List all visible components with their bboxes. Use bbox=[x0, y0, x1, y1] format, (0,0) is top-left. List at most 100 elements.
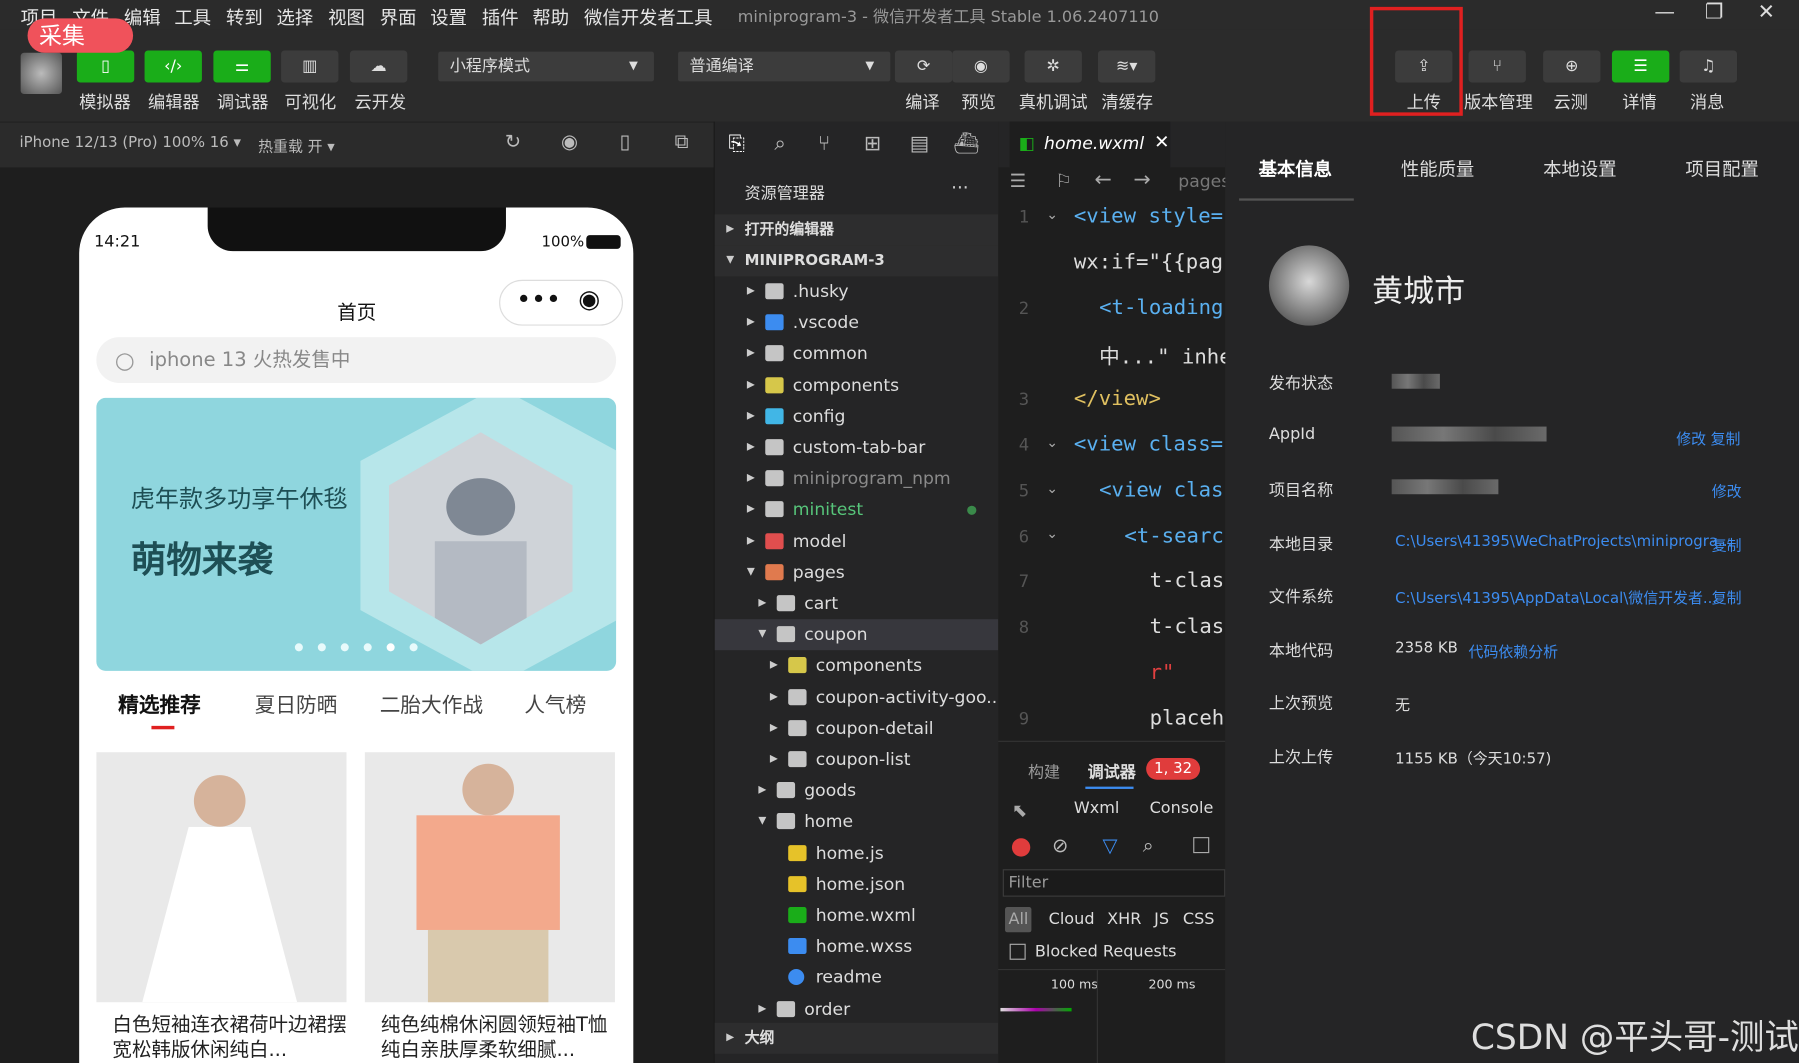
details-button[interactable]: 详情 bbox=[1622, 89, 1656, 113]
tree-item[interactable]: readme bbox=[715, 963, 1000, 994]
simulator-button[interactable]: 模拟器 bbox=[79, 89, 131, 113]
detail-link[interactable]: 复制 bbox=[1712, 533, 1742, 555]
compile-select[interactable]: 普通编译 ▼ bbox=[678, 51, 891, 82]
breadcrumb[interactable]: pages bbox=[1178, 171, 1230, 192]
inspect-icon[interactable]: ⬉ bbox=[1012, 799, 1027, 821]
tree-item[interactable]: ▶ .husky bbox=[715, 276, 1000, 307]
checkbox[interactable] bbox=[1193, 837, 1210, 854]
layers-icon[interactable]: ≋▾ bbox=[1097, 50, 1156, 83]
back-icon[interactable]: ← bbox=[1095, 167, 1112, 191]
popout-icon[interactable]: ⧉ bbox=[675, 131, 689, 154]
collect-badge[interactable]: 采集 bbox=[27, 18, 134, 53]
clear-icon[interactable]: ⊘ bbox=[1052, 835, 1068, 858]
fold-icon[interactable]: ⌄ bbox=[1046, 480, 1058, 496]
detail-value[interactable]: C:\Users\41395\WeChatProjects\miniprogra… bbox=[1395, 533, 1732, 550]
tree-item[interactable]: ▶ components bbox=[715, 651, 1000, 682]
carousel-dot[interactable] bbox=[294, 643, 303, 652]
tree-item[interactable]: ▶ custom-tab-bar bbox=[715, 432, 1000, 463]
code-line[interactable]: placeh bbox=[1150, 706, 1225, 730]
filter-icon[interactable]: ▽ bbox=[1103, 835, 1118, 858]
minimize-icon[interactable]: — bbox=[1654, 0, 1675, 24]
type-xhr[interactable]: XHR bbox=[1107, 910, 1141, 928]
blocked-checkbox[interactable] bbox=[1009, 943, 1026, 960]
bug-icon[interactable]: ✲ bbox=[1024, 50, 1082, 83]
code-line[interactable]: <t-searc bbox=[1124, 524, 1223, 548]
filter-input[interactable]: Filter bbox=[1002, 869, 1226, 897]
tree-item[interactable]: ▶ cart bbox=[715, 588, 1000, 619]
menu-help[interactable]: 帮助 bbox=[532, 2, 569, 30]
banner-carousel[interactable]: 虎年款多功享午休毯 萌物来袭 bbox=[96, 397, 617, 671]
search-icon[interactable]: ⌕ bbox=[1143, 835, 1154, 858]
tab-local-settings[interactable]: 本地设置 bbox=[1543, 154, 1616, 182]
menu-interface[interactable]: 界面 bbox=[380, 2, 417, 30]
real-debug-button[interactable]: 真机调试 bbox=[1019, 89, 1088, 113]
tab-basic-info[interactable]: 基本信息 bbox=[1259, 154, 1332, 182]
detail-link[interactable]: 复制 bbox=[1711, 427, 1741, 448]
tree-item[interactable]: ▶ components bbox=[715, 370, 1000, 401]
tree-item[interactable]: ▶ coupon-list bbox=[715, 744, 1000, 775]
device-select[interactable]: iPhone 12/13 (Pro) 100% 16 ▾ bbox=[20, 134, 241, 151]
more-icon[interactable]: ••• bbox=[516, 286, 561, 315]
detail-value[interactable]: C:\Users\41395\AppData\Local\微信开发者... bbox=[1395, 586, 1717, 608]
list-icon[interactable]: ☰ bbox=[1010, 170, 1026, 192]
menu-plugins[interactable]: 插件 bbox=[482, 2, 519, 30]
tab-featured[interactable]: 精选推荐 bbox=[118, 689, 201, 719]
cloud-test-button[interactable]: 云测 bbox=[1553, 89, 1587, 113]
clear-cache-button[interactable]: 清缓存 bbox=[1101, 89, 1153, 113]
tree-item[interactable]: ▶ minitest bbox=[715, 495, 1000, 526]
tree-item[interactable]: ▶ order bbox=[715, 994, 1000, 1025]
tree-item[interactable]: ▼ pages bbox=[715, 557, 1000, 588]
project-section[interactable]: ▼ MINIPROGRAM-3 bbox=[714, 245, 1000, 277]
visual-button[interactable]: 可视化 bbox=[285, 89, 337, 113]
tree-item[interactable]: ▶ .vscode bbox=[715, 308, 1000, 339]
editor-button[interactable]: 编辑器 bbox=[148, 89, 200, 113]
code-line[interactable]: <view class= bbox=[1074, 432, 1223, 456]
code-line[interactable]: </view> bbox=[1074, 387, 1161, 411]
extensions-icon[interactable]: ⊞ bbox=[864, 132, 881, 156]
mode-select[interactable]: 小程序模式 ▼ bbox=[438, 51, 654, 82]
code-icon[interactable]: ‹/› bbox=[144, 50, 202, 83]
editor-tab[interactable]: ◧ home.wxml ✕ bbox=[1009, 121, 1171, 168]
tree-item[interactable]: home.json bbox=[715, 869, 1000, 900]
restore-icon[interactable]: ❐ bbox=[1705, 0, 1724, 24]
product-image[interactable] bbox=[364, 752, 615, 1003]
menu-goto[interactable]: 转到 bbox=[226, 2, 263, 30]
layout-icon[interactable]: ▥ bbox=[281, 50, 339, 83]
close-tab-icon[interactable]: ✕ bbox=[1154, 131, 1169, 153]
product-title[interactable]: 纯色纯棉休闲圆领短袖T恤纯白亲肤厚柔软细腻... bbox=[381, 1013, 616, 1063]
close-icon[interactable]: ✕ bbox=[1758, 0, 1775, 24]
tab-console[interactable]: Console bbox=[1150, 799, 1214, 817]
tree-item[interactable]: ▶ coupon-activity-goo... bbox=[715, 682, 999, 713]
phone-icon[interactable]: ▯ bbox=[76, 50, 135, 83]
tree-item[interactable]: home.wxss bbox=[715, 931, 1000, 962]
hot-reload-toggle[interactable]: 热重载 开 ▾ bbox=[258, 134, 335, 156]
outline-section[interactable]: ▶ 大纲 bbox=[714, 1022, 1000, 1054]
user-avatar[interactable] bbox=[20, 52, 62, 95]
tree-item[interactable]: ▶ config bbox=[715, 401, 1000, 432]
type-js[interactable]: JS bbox=[1154, 910, 1169, 928]
cloud-test-icon[interactable]: ⊕ bbox=[1543, 50, 1601, 83]
detail-link[interactable]: 修改 bbox=[1676, 427, 1706, 448]
menu-wechat-devtools[interactable]: 微信开发者工具 bbox=[584, 2, 713, 30]
type-css[interactable]: CSS bbox=[1183, 910, 1215, 928]
menu-select[interactable]: 选择 bbox=[276, 2, 313, 30]
menu-settings[interactable]: 设置 bbox=[430, 2, 467, 30]
code-line[interactable]: t-clas bbox=[1150, 569, 1225, 593]
fold-icon[interactable]: ⌄ bbox=[1046, 206, 1058, 222]
tree-item[interactable]: ▶ goods bbox=[715, 775, 1000, 806]
carousel-dot[interactable] bbox=[340, 643, 349, 652]
fold-icon[interactable]: ⌄ bbox=[1046, 435, 1058, 451]
eye-icon[interactable]: ◉ bbox=[952, 50, 1010, 83]
tab-project-config[interactable]: 项目配置 bbox=[1685, 154, 1758, 182]
docker-icon[interactable]: ⛴ bbox=[953, 132, 979, 156]
debug-icon[interactable]: ⚌ bbox=[213, 50, 271, 83]
detail-link[interactable]: 代码依赖分析 bbox=[1469, 640, 1559, 661]
cloud-icon[interactable]: ☁ bbox=[349, 50, 408, 83]
tab-popular[interactable]: 人气榜 bbox=[524, 689, 586, 719]
files-icon[interactable]: ⎘ bbox=[729, 132, 746, 156]
menu-tools[interactable]: 工具 bbox=[174, 2, 211, 30]
code-line[interactable]: <view style= bbox=[1074, 204, 1223, 228]
rotate-icon[interactable]: ↻ bbox=[505, 131, 521, 154]
device-icon[interactable]: ▯ bbox=[620, 131, 631, 154]
bell-icon[interactable]: ♫ bbox=[1679, 50, 1738, 83]
